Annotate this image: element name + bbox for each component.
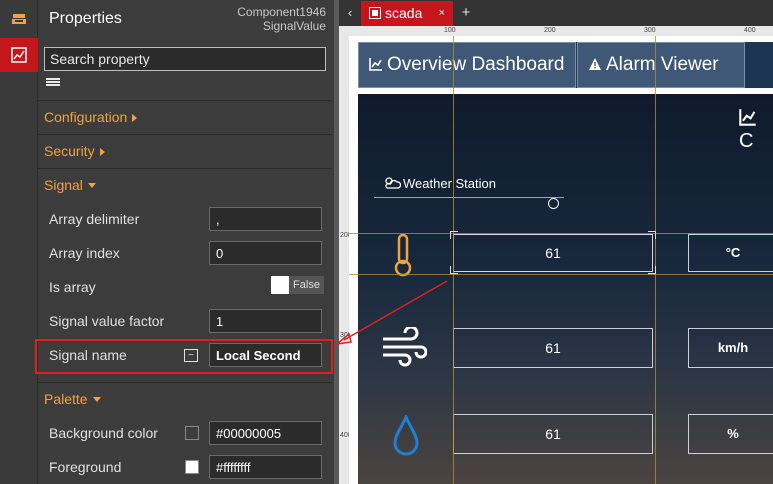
ruler-left: 200 300 400 (339, 36, 352, 484)
foreground-color-swatch[interactable] (185, 460, 199, 474)
is-array-label: Is array (49, 279, 96, 295)
unit-text: km/h (717, 340, 749, 355)
component-id: Component1946 (237, 5, 326, 19)
section-label: Signal (44, 177, 83, 193)
search-property-input[interactable] (44, 47, 326, 71)
ruler-tick: 100 (444, 27, 456, 34)
signal-value-box[interactable]: 61 (453, 414, 653, 454)
section-palette[interactable]: Palette (38, 382, 332, 415)
ruler-tick: 200 (544, 27, 556, 34)
dashboard-title-text: C (739, 130, 754, 152)
signal-value-factor-label: Signal value factor (49, 313, 165, 329)
background-color-swatch[interactable] (185, 426, 199, 440)
signal-name-highlight (35, 339, 333, 374)
unit-box: °C (688, 234, 773, 272)
signal-value-factor-input[interactable] (209, 309, 322, 333)
component-chart-icon[interactable] (0, 38, 38, 72)
signal-value-text: 61 (545, 426, 561, 442)
dashboard-title: C (739, 107, 773, 153)
section-signal[interactable]: Signal (38, 168, 332, 201)
section-label: Security (44, 143, 95, 159)
panel-title: Properties (49, 10, 122, 27)
water-drop-icon (393, 412, 419, 462)
array-index-label: Array index (49, 245, 120, 261)
caret-down-icon (87, 183, 96, 188)
tab-label: scada (385, 5, 423, 21)
wind-icon (381, 325, 428, 372)
component-type: SignalValue (262, 19, 326, 33)
tab-back-icon[interactable]: ‹ (339, 0, 361, 26)
foreground-input[interactable] (209, 455, 322, 479)
chart-icon (739, 109, 756, 126)
unit-box: % (688, 414, 773, 454)
caret-right-icon (132, 114, 138, 122)
unit-text: °C (725, 245, 741, 260)
unit-text: % (727, 426, 739, 441)
caret-down-icon (92, 397, 101, 402)
section-security[interactable]: Security (38, 134, 332, 167)
unit-box: km/h (688, 328, 773, 368)
section-label: Palette (44, 391, 88, 407)
weather-station-icon (383, 176, 402, 195)
ruler-tick: 300 (644, 27, 656, 34)
foreground-label: Foreground (49, 459, 122, 475)
tab-scada[interactable]: scada × (361, 1, 453, 26)
is-array-value[interactable]: False (289, 276, 324, 294)
close-icon[interactable]: × (439, 1, 445, 26)
left-rail (0, 0, 38, 484)
add-tab-icon[interactable]: + (457, 0, 475, 26)
component-info: Component1946 SignalValue (237, 5, 326, 33)
caret-right-icon (99, 148, 105, 156)
properties-panel: Properties Component1946 SignalValue Con… (38, 0, 334, 484)
ruler-top: 100 200 300 400 (339, 26, 773, 36)
weather-station-divider (374, 197, 564, 198)
panel-stack-icon[interactable] (0, 2, 38, 36)
section-label: Configuration (44, 109, 128, 125)
array-delimiter-input[interactable] (209, 207, 322, 231)
list-view-icon[interactable] (46, 78, 60, 90)
weather-station-label: Weather Station (403, 176, 496, 191)
nav-bar: Overview Dashboard Alarm Viewer (358, 42, 773, 88)
warning-icon (589, 58, 601, 70)
ruler-tick: 400 (744, 27, 756, 34)
chart-icon (369, 58, 382, 71)
background-color-label: Background color (49, 425, 158, 441)
overview-dashboard-button[interactable]: Overview Dashboard (358, 42, 576, 88)
tab-bar: ‹ scada × + (339, 0, 773, 26)
array-index-input[interactable] (209, 241, 322, 265)
nav-label: Overview Dashboard (387, 54, 565, 75)
app-root: Properties Component1946 SignalValue Con… (0, 0, 773, 484)
nav-label: Alarm Viewer (606, 54, 719, 75)
rotate-handle[interactable] (548, 198, 559, 209)
array-delimiter-label: Array delimiter (49, 211, 140, 227)
background-color-input[interactable] (209, 421, 322, 445)
section-configuration[interactable]: Configuration (38, 100, 332, 133)
is-array-toggle[interactable] (271, 276, 289, 294)
signal-value-box[interactable]: 61 (453, 328, 653, 368)
dashboard-icon (369, 7, 381, 19)
alarm-viewer-button[interactable]: Alarm Viewer (577, 42, 745, 88)
selection-frame[interactable] (449, 230, 657, 275)
signal-value-text: 61 (545, 340, 561, 356)
